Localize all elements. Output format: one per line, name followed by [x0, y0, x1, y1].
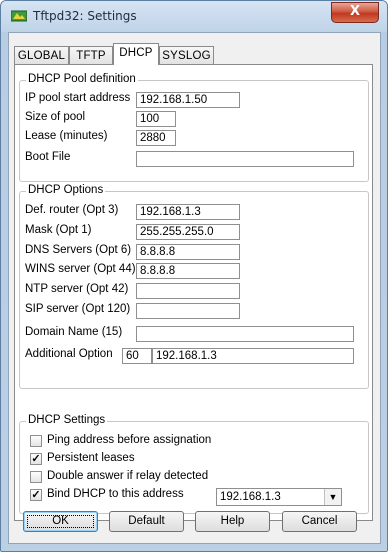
check-icon: ✓ [31, 489, 41, 501]
settings-group: DHCP Settings Ping address before assign… [19, 414, 369, 514]
help-button[interactable]: Help [195, 511, 270, 532]
bind-address-value: 192.168.1.3 [220, 491, 281, 503]
router-label: Def. router (Opt 3) [25, 204, 119, 216]
cancel-button[interactable]: Cancel [282, 511, 357, 532]
title-bar[interactable]: Tftpd32: Settings X [1, 1, 387, 32]
pool-group-title: DHCP Pool definition [26, 73, 138, 85]
lease-input[interactable]: 2880 [136, 130, 176, 146]
additional-option-code-input[interactable]: 60 [122, 348, 152, 364]
tftpd32-app-icon [11, 10, 27, 22]
tab-dhcp[interactable]: DHCP [113, 43, 159, 65]
domain-label: Domain Name (15) [25, 326, 123, 338]
tab-global[interactable]: GLOBAL [14, 46, 69, 64]
chevron-down-icon[interactable]: ▼ [324, 489, 341, 505]
ntp-input[interactable] [136, 283, 240, 299]
pool-start-label: IP pool start address [25, 92, 131, 104]
domain-input[interactable] [136, 326, 354, 342]
window-title: Tftpd32: Settings [33, 9, 137, 23]
sip-input[interactable] [136, 303, 240, 319]
wins-label: WINS server (Opt 44) [25, 263, 136, 275]
router-input[interactable]: 192.168.1.3 [136, 204, 240, 220]
options-group-title: DHCP Options [26, 184, 106, 196]
persistent-leases-checkbox[interactable]: ✓ [30, 453, 42, 465]
tab-syslog[interactable]: SYSLOG [159, 46, 214, 64]
bind-dhcp-checkbox[interactable]: ✓ [30, 489, 42, 501]
double-answer-checkbox[interactable] [30, 471, 42, 483]
pool-size-label: Size of pool [25, 111, 86, 123]
double-answer-label: Double answer if relay detected [47, 470, 209, 482]
dns-label: DNS Servers (Opt 6) [25, 244, 132, 256]
dns-input[interactable]: 8.8.8.8 [136, 244, 240, 260]
sip-label: SIP server (Opt 120) [25, 303, 131, 315]
boot-file-input[interactable] [136, 151, 354, 167]
check-icon: ✓ [31, 453, 41, 465]
bind-address-select[interactable]: 192.168.1.3 ▼ [216, 488, 342, 506]
additional-option-label: Additional Option [25, 348, 113, 360]
wins-input[interactable]: 8.8.8.8 [136, 263, 240, 279]
options-group: DHCP Options Def. router (Opt 3) 192.168… [19, 184, 369, 389]
persistent-leases-label: Persistent leases [47, 452, 135, 464]
pool-size-input[interactable]: 100 [136, 111, 176, 127]
settings-group-title: DHCP Settings [26, 414, 108, 426]
tab-tftp[interactable]: TFTP [69, 46, 113, 64]
pool-group: DHCP Pool definition IP pool start addre… [19, 73, 369, 182]
bind-dhcp-label: Bind DHCP to this address [47, 488, 184, 500]
pool-start-input[interactable]: 192.168.1.50 [136, 92, 240, 108]
close-button[interactable]: X [331, 2, 379, 23]
settings-window: Tftpd32: Settings X GLOBAL TFTP DHCP SYS… [0, 0, 388, 552]
boot-file-label: Boot File [25, 151, 71, 163]
close-icon: X [349, 4, 361, 19]
dhcp-tab-panel: DHCP Pool definition IP pool start addre… [14, 64, 373, 521]
ok-button[interactable]: OK [23, 511, 98, 532]
ping-label: Ping address before assignation [47, 434, 212, 446]
ping-checkbox[interactable] [30, 435, 42, 447]
dialog-client: GLOBAL TFTP DHCP SYSLOG DHCP Pool defini… [8, 32, 381, 544]
lease-label: Lease (minutes) [25, 130, 108, 142]
additional-option-value-input[interactable]: 192.168.1.3 [152, 348, 354, 364]
ntp-label: NTP server (Opt 42) [25, 283, 129, 295]
mask-label: Mask (Opt 1) [25, 224, 92, 236]
default-button[interactable]: Default [109, 511, 184, 532]
mask-input[interactable]: 255.255.255.0 [136, 224, 240, 240]
